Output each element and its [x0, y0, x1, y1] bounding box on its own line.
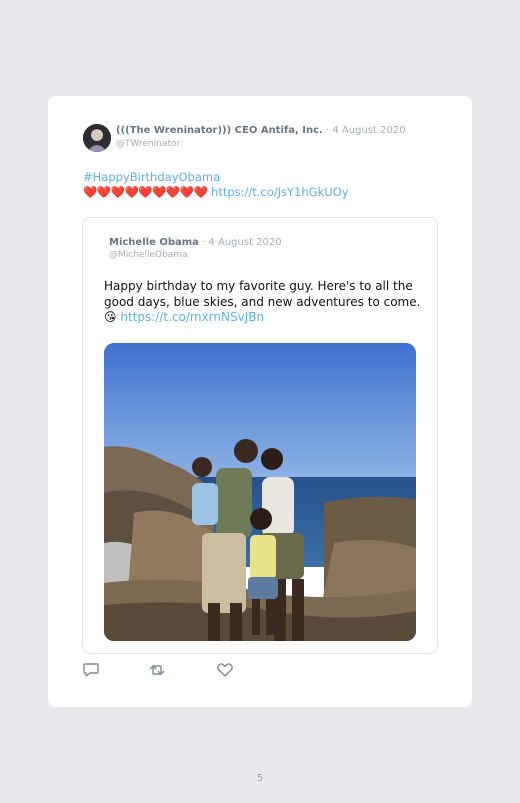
hearts-emoji: ❤️❤️❤️❤️❤️❤️❤️❤️❤️ [83, 185, 208, 199]
author-display-name[interactable]: (((The Wreninator))) CEO Antifa, Inc. [116, 125, 323, 136]
quoted-author-line: Michelle Obama · 4 August 2020 [109, 236, 282, 249]
author-handle[interactable]: @TWreninator [116, 138, 180, 150]
heart-icon[interactable] [216, 661, 234, 679]
author-avatar[interactable] [83, 124, 111, 152]
quoted-photo[interactable] [104, 343, 416, 641]
tweet-text: #HappyBirthdayObama ❤️❤️❤️❤️❤️❤️❤️❤️❤️ h… [83, 170, 443, 200]
quoted-tweet[interactable]: Michelle Obama · 4 August 2020 @Michelle… [82, 217, 438, 654]
page-number: 5 [256, 773, 264, 784]
quoted-handle[interactable]: @MichelleObama [109, 249, 188, 261]
tweet-card: (((The Wreninator))) CEO Antifa, Inc. · … [48, 96, 472, 707]
retweet-icon[interactable] [148, 661, 166, 679]
tweet-url-link[interactable]: https://t.co/JsY1hGkUOy [211, 185, 348, 199]
quoted-date[interactable]: 4 August 2020 [208, 237, 281, 248]
quoted-display-name[interactable]: Michelle Obama [109, 237, 199, 248]
quoted-url-link[interactable]: https://t.co/mxrnNSvJBn [120, 310, 264, 324]
quoted-text: Happy birthday to my favorite guy. Here'… [104, 279, 428, 326]
tweet-date[interactable]: 4 August 2020 [332, 125, 405, 136]
kiss-emoji: 😘 [104, 310, 117, 324]
hashtag-link[interactable]: #HappyBirthdayObama [83, 170, 220, 184]
quoted-body: Happy birthday to my favorite guy. Here'… [104, 279, 421, 309]
date-separator: · [322, 125, 333, 136]
author-line: (((The Wreninator))) CEO Antifa, Inc. · … [116, 124, 406, 137]
tweet-actions [82, 661, 282, 679]
reply-icon[interactable] [82, 661, 100, 679]
